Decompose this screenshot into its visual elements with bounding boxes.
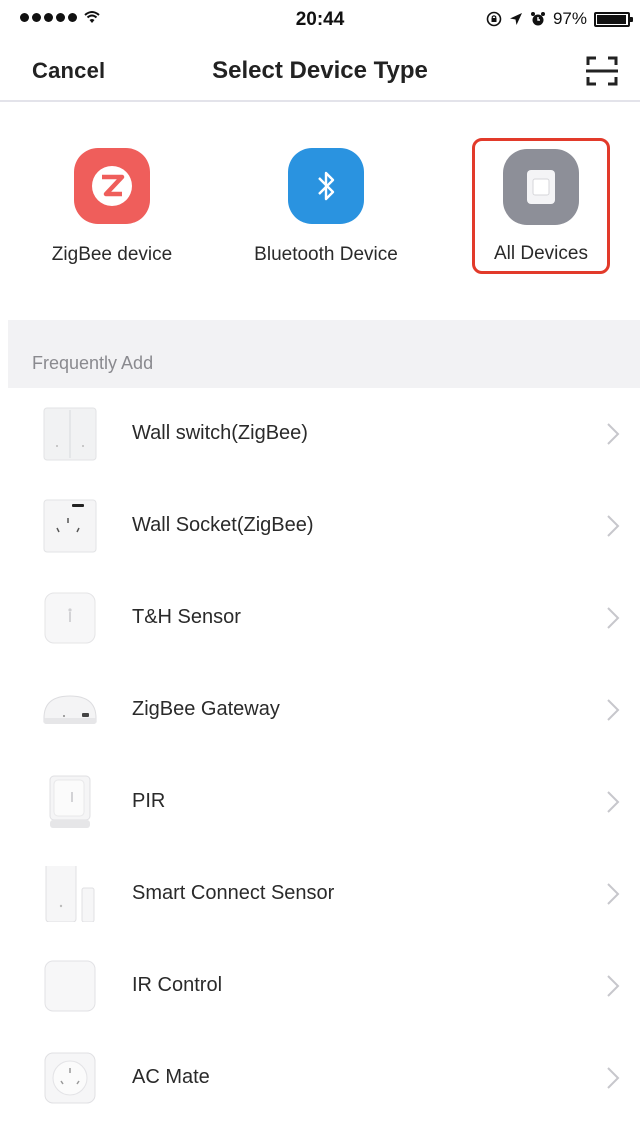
device-type-all-devices[interactable]: All Devices [472,138,610,274]
th-sensor-icon [42,590,98,646]
device-type-label: Bluetooth Device [254,244,398,265]
zigbee-icon [74,148,150,224]
chevron-right-icon [607,791,620,813]
device-type-label: ZigBee device [51,244,173,265]
section-header: Frequently Add [8,320,640,388]
device-type-label: All Devices [494,243,588,264]
nav-bar: Cancel Select Device Type [0,40,640,102]
wall-switch-icon [42,406,98,462]
list-item[interactable]: ZigBee Gateway [0,664,640,756]
chevron-right-icon [607,975,620,997]
bluetooth-icon [288,148,364,224]
page-title: Select Device Type [212,57,428,84]
device-type-bluetooth[interactable]: Bluetooth Device [236,138,416,274]
wall-socket-icon [42,498,98,554]
chevron-right-icon [607,699,620,721]
list-item[interactable]: Wall Socket(ZigBee) [0,480,640,572]
list-item[interactable]: Wall switch(ZigBee) [0,388,640,480]
device-type-zigbee[interactable]: ZigBee device [22,138,202,274]
device-type-selector: ZigBee device Bluetooth Device All Devic… [0,104,640,320]
list-item-label: Wall switch(ZigBee) [132,422,308,444]
gateway-icon [42,682,98,738]
door-sensor-icon [42,859,98,923]
list-item[interactable]: IR Control [0,940,640,1032]
list-item-label: AC Mate [132,1066,210,1088]
device-list: Wall switch(ZigBee) Wall Socket(ZigBee) … [0,388,640,1124]
list-item[interactable]: AC Mate [0,1032,640,1124]
battery-percent: 97% [552,9,587,28]
ir-control-icon [42,958,98,1014]
alarm-icon [530,12,545,26]
scan-icon[interactable] [584,54,620,88]
list-item[interactable]: PIR [0,756,640,848]
battery-icon [594,11,633,27]
ac-mate-icon [42,1050,98,1106]
list-item-label: ZigBee Gateway [132,698,280,720]
list-item-label: Smart Connect Sensor [132,882,335,904]
list-item-label: PIR [132,790,166,812]
status-right: 97% [486,9,633,29]
list-item-label: T&H Sensor [132,606,241,628]
chevron-right-icon [607,1067,620,1089]
chevron-right-icon [607,423,620,445]
lock-rotation-icon [486,11,502,27]
chevron-right-icon [607,607,620,629]
pir-sensor-icon [42,774,98,830]
status-bar: 20:44 97% [0,0,640,40]
chevron-right-icon [607,515,620,537]
location-arrow-icon [509,13,522,25]
chevron-right-icon [607,883,620,905]
section-title: Frequently Add [32,353,154,373]
device-icon [503,149,579,225]
list-item-label: IR Control [132,974,223,996]
list-item-label: Wall Socket(ZigBee) [132,514,314,536]
list-item[interactable]: Smart Connect Sensor [0,848,640,940]
list-item[interactable]: T&H Sensor [0,572,640,664]
